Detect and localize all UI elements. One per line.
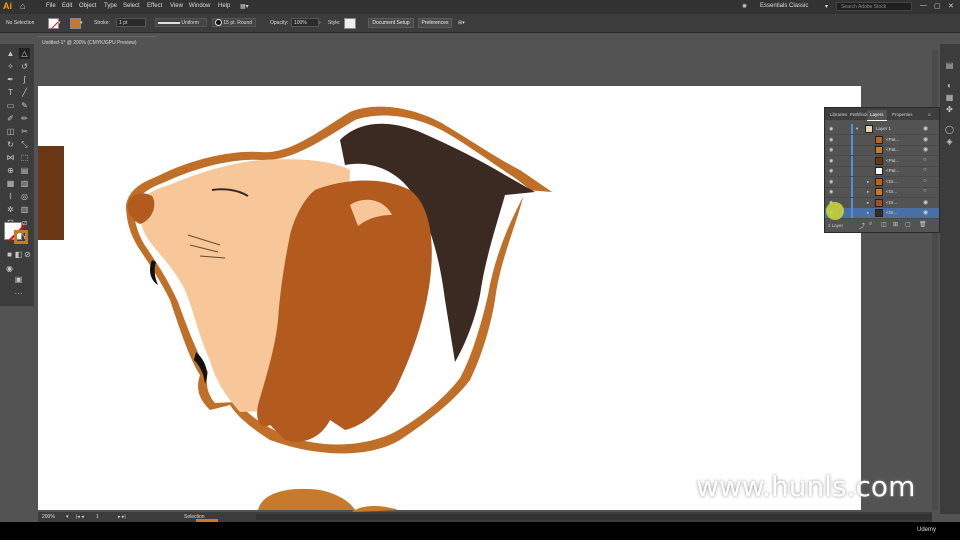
zoom-level[interactable]: 200%: [42, 514, 55, 520]
layer-name[interactable]: <Pat...: [886, 168, 899, 173]
cursor-highlight: [826, 202, 844, 220]
sublayer-row[interactable]: ◉ <Pat... ◉: [825, 134, 939, 146]
lion-artwork[interactable]: [0, 0, 960, 540]
export-icon[interactable]: ⤴: [859, 221, 865, 230]
expand-arrow-icon[interactable]: ▸: [867, 179, 869, 185]
layer-name[interactable]: <Pat...: [886, 158, 899, 163]
clipping-mask-icon[interactable]: ◫: [881, 221, 887, 228]
tab-properties[interactable]: Properties: [889, 110, 916, 120]
page-number[interactable]: 1: [96, 514, 99, 520]
visibility-eye-icon[interactable]: ◉: [829, 158, 833, 164]
properties-icon[interactable]: ▤: [944, 60, 955, 71]
brushes-icon[interactable]: ✤: [944, 104, 955, 115]
layer-thumbnail: [865, 125, 873, 133]
target-circle-icon[interactable]: ○: [923, 188, 927, 194]
video-bottom-bar: [0, 522, 960, 540]
layer-color-bar: [851, 187, 853, 197]
color-panel-icon[interactable]: ◐: [944, 80, 955, 91]
layer-name[interactable]: <Pat...: [886, 147, 899, 152]
layer-color-bar: [851, 155, 853, 166]
delete-icon[interactable]: 🗑: [919, 221, 927, 228]
panel-tabs: Libraries Pathfinder Layers Properties ≡: [825, 108, 939, 121]
bottom-shape: [258, 488, 355, 510]
target-circle-icon[interactable]: ○: [923, 167, 927, 173]
layer-thumbnail: [875, 209, 883, 217]
sublayer-row[interactable]: ◉ <Pat... ○: [825, 155, 939, 167]
first-page-icon[interactable]: |◂ ◂: [76, 514, 84, 520]
layer-color-bar: [851, 134, 853, 145]
layer-row[interactable]: ◉ ▾ Layer 1 ◉: [825, 124, 939, 135]
sublayer-row[interactable]: ◉ <Pat... ○: [825, 166, 939, 177]
target-circle-icon[interactable]: ◉: [923, 136, 928, 143]
new-layer-icon[interactable]: ▢: [905, 221, 911, 228]
layer-color-bar: [851, 197, 853, 208]
chevron-down-icon[interactable]: ▾: [66, 514, 69, 520]
target-circle-icon[interactable]: ◉: [923, 125, 928, 132]
layer-count: 1 Layer: [828, 223, 844, 228]
visibility-eye-icon[interactable]: ◉: [829, 168, 833, 174]
layer-thumbnail: [875, 198, 883, 207]
tab-layers[interactable]: Layers: [867, 110, 887, 121]
layer-name[interactable]: Layer 1: [876, 126, 891, 131]
layer-thumbnail: [875, 146, 883, 154]
layer-color-bar: [851, 176, 853, 187]
watermark-text: www.hunls.com: [696, 470, 916, 503]
locate-object-icon[interactable]: ⌕: [869, 221, 872, 228]
layer-name[interactable]: <Gr...: [886, 189, 897, 194]
expand-arrow-icon[interactable]: ▸: [867, 200, 869, 206]
expand-arrow-icon[interactable]: ▸: [867, 210, 869, 216]
layers-dock-icon[interactable]: ◈: [944, 136, 955, 147]
layer-name[interactable]: <Pat...: [886, 137, 899, 142]
layer-color-bar: [851, 145, 853, 155]
layer-color-bar: [851, 208, 853, 218]
visibility-eye-icon[interactable]: ◉: [829, 126, 833, 132]
sublayer-row[interactable]: ◉ ▸ <Gr... ○: [825, 176, 939, 188]
layer-thumbnail: [875, 177, 883, 186]
layer-thumbnail: [875, 188, 883, 196]
visibility-eye-icon[interactable]: ◉: [829, 137, 833, 143]
sublayer-row[interactable]: ◉ <Pat... ◉: [825, 145, 939, 156]
udemy-logo: Udemy: [917, 527, 937, 533]
layer-name[interactable]: <Gr...: [886, 179, 897, 184]
swatches-icon[interactable]: ▦: [944, 92, 955, 103]
target-circle-icon[interactable]: ○: [923, 157, 927, 163]
layer-thumbnail: [875, 167, 883, 175]
target-circle-icon[interactable]: ◉: [923, 199, 928, 206]
visibility-eye-icon[interactable]: ◉: [829, 189, 833, 195]
status-bar: 200% ▾ |◂ ◂ 1 ▸ ▸| Selection: [38, 512, 932, 522]
expand-arrow-icon[interactable]: ▾: [856, 126, 858, 132]
target-circle-icon[interactable]: ◉: [923, 146, 928, 153]
sublayer-row[interactable]: ◉ ▸ <Gr... ○: [825, 187, 939, 198]
expand-arrow-icon[interactable]: ▸: [867, 189, 869, 195]
appearance-icon[interactable]: ◯: [944, 124, 955, 135]
new-sublayer-icon[interactable]: ⊞: [893, 221, 898, 228]
target-circle-icon[interactable]: ◉: [923, 209, 928, 216]
layer-thumbnail: [875, 135, 883, 144]
visibility-eye-icon[interactable]: ◉: [829, 179, 833, 185]
target-circle-icon[interactable]: ○: [923, 178, 927, 184]
layer-thumbnail: [875, 156, 883, 165]
layer-color-bar: [851, 124, 853, 134]
layer-color-bar: [851, 166, 853, 176]
next-page-icon[interactable]: ▸ ▸|: [118, 514, 126, 520]
layer-name[interactable]: <Gr...: [886, 210, 897, 215]
panel-dock: ▤ ◐ ▦ ✤ ◯ ◈: [940, 44, 960, 514]
horizontal-scrollbar[interactable]: [256, 514, 932, 520]
layer-name[interactable]: <Gr...: [886, 200, 897, 205]
panel-menu-icon[interactable]: ≡: [925, 110, 934, 120]
visibility-eye-icon[interactable]: ◉: [829, 147, 833, 153]
